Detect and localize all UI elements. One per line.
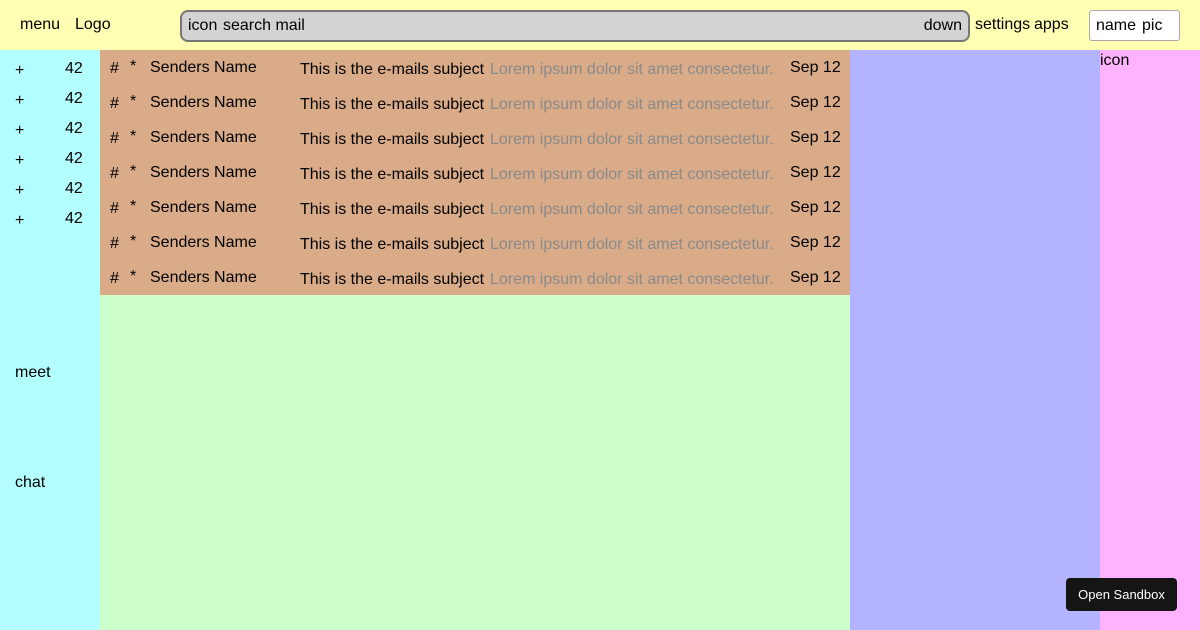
email-preview: Lorem ipsum dolor sit amet consectetur. — [490, 131, 774, 148]
email-subject: This is the e-mails subject — [300, 201, 485, 218]
star-icon[interactable]: * — [130, 268, 136, 286]
email-sender: Senders Name — [150, 199, 257, 216]
sidebar-item[interactable]: + 42 — [0, 200, 100, 230]
star-icon[interactable]: * — [130, 128, 136, 146]
profile-name: name — [1096, 17, 1137, 34]
email-subject: This is the e-mails subject — [300, 166, 485, 183]
search-input[interactable]: search mail — [223, 17, 305, 35]
plus-icon: + — [15, 212, 25, 229]
email-subject: This is the e-mails subject — [300, 236, 485, 253]
right-rail: icon — [1100, 50, 1200, 630]
hash-icon[interactable]: # — [110, 130, 119, 148]
email-subject: This is the e-mails subject — [300, 131, 485, 148]
email-sender: Senders Name — [150, 129, 257, 146]
email-date: Sep 12 — [790, 59, 841, 76]
sidebar-item[interactable]: + 42 — [0, 80, 100, 110]
email-sender: Senders Name — [150, 269, 257, 286]
star-icon[interactable]: * — [130, 198, 136, 216]
email-preview: Lorem ipsum dolor sit amet consectetur. — [490, 201, 774, 218]
open-sandbox-button[interactable]: Open Sandbox — [1066, 578, 1177, 611]
hash-icon[interactable]: # — [110, 200, 119, 218]
email-sender: Senders Name — [150, 94, 257, 111]
email-row[interactable]: # * Senders Name This is the e-mails sub… — [100, 190, 850, 225]
plus-icon: + — [15, 122, 25, 139]
plus-icon: + — [15, 62, 25, 79]
profile-button[interactable]: name pic — [1089, 10, 1180, 41]
email-sender: Senders Name — [150, 234, 257, 251]
email-date: Sep 12 — [790, 199, 841, 216]
email-preview: Lorem ipsum dolor sit amet consectetur. — [490, 271, 774, 288]
side-panel — [850, 50, 1100, 630]
hash-icon[interactable]: # — [110, 165, 119, 183]
email-row[interactable]: # * Senders Name This is the e-mails sub… — [100, 260, 850, 295]
sidebar-item[interactable]: + 42 — [0, 170, 100, 200]
sidebar-item-count: 42 — [65, 90, 83, 107]
main-content: # * Senders Name This is the e-mails sub… — [100, 50, 850, 630]
rail-icon[interactable]: icon — [1100, 52, 1129, 70]
email-preview: Lorem ipsum dolor sit amet consectetur. — [490, 96, 774, 113]
hash-icon[interactable]: # — [110, 60, 119, 78]
sidebar-item-count: 42 — [65, 60, 83, 77]
top-header: menu Logo icon search mail down settings… — [0, 0, 1200, 50]
chat-link[interactable]: chat — [15, 474, 45, 492]
email-subject: This is the e-mails subject — [300, 271, 485, 288]
email-preview: Lorem ipsum dolor sit amet consectetur. — [490, 166, 774, 183]
hash-icon[interactable]: # — [110, 270, 119, 288]
email-preview: Lorem ipsum dolor sit amet consectetur. — [490, 236, 774, 253]
apps-button[interactable]: apps — [1034, 16, 1069, 34]
email-subject: This is the e-mails subject — [300, 96, 485, 113]
settings-button[interactable]: settings — [975, 16, 1030, 34]
search-bar[interactable]: icon search mail down — [180, 10, 970, 42]
menu-button[interactable]: menu — [20, 16, 60, 34]
plus-icon: + — [15, 92, 25, 109]
star-icon[interactable]: * — [130, 233, 136, 251]
logo[interactable]: Logo — [75, 16, 111, 34]
email-date: Sep 12 — [790, 234, 841, 251]
email-sender: Senders Name — [150, 164, 257, 181]
email-date: Sep 12 — [790, 269, 841, 286]
sidebar-item[interactable]: + 42 — [0, 50, 100, 80]
search-options-dropdown[interactable]: down — [924, 17, 962, 35]
star-icon[interactable]: * — [130, 58, 136, 76]
plus-icon: + — [15, 152, 25, 169]
sidebar-item[interactable]: + 42 — [0, 110, 100, 140]
email-date: Sep 12 — [790, 94, 841, 111]
email-date: Sep 12 — [790, 129, 841, 146]
email-date: Sep 12 — [790, 164, 841, 181]
email-row[interactable]: # * Senders Name This is the e-mails sub… — [100, 120, 850, 155]
email-row[interactable]: # * Senders Name This is the e-mails sub… — [100, 85, 850, 120]
sidebar-item-count: 42 — [65, 150, 83, 167]
sidebar-item-count: 42 — [65, 120, 83, 137]
email-list: # * Senders Name This is the e-mails sub… — [100, 50, 850, 295]
sidebar-item-count: 42 — [65, 210, 83, 227]
star-icon[interactable]: * — [130, 163, 136, 181]
meet-link[interactable]: meet — [15, 364, 51, 382]
email-preview: Lorem ipsum dolor sit amet consectetur. — [490, 61, 774, 78]
email-subject: This is the e-mails subject — [300, 61, 485, 78]
hash-icon[interactable]: # — [110, 235, 119, 253]
email-sender: Senders Name — [150, 59, 257, 76]
plus-icon: + — [15, 182, 25, 199]
profile-pic: pic — [1142, 17, 1163, 34]
star-icon[interactable]: * — [130, 93, 136, 111]
email-row[interactable]: # * Senders Name This is the e-mails sub… — [100, 155, 850, 190]
search-icon[interactable]: icon — [188, 17, 217, 35]
sidebar-item-count: 42 — [65, 180, 83, 197]
hash-icon[interactable]: # — [110, 95, 119, 113]
sidebar: + 42 + 42 + 42 + 42 + 42 + 42 meet chat — [0, 50, 100, 630]
email-row[interactable]: # * Senders Name This is the e-mails sub… — [100, 225, 850, 260]
sidebar-item[interactable]: + 42 — [0, 140, 100, 170]
email-row[interactable]: # * Senders Name This is the e-mails sub… — [100, 50, 850, 85]
